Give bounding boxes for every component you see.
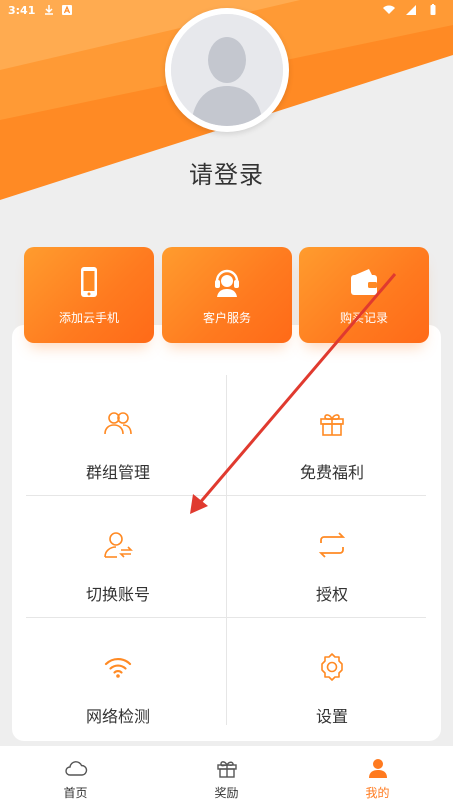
customer-service-button[interactable]: 客户服务 xyxy=(162,247,292,343)
wifi-icon xyxy=(104,657,132,678)
bottom-tab-bar: 首页 奖励 我的 xyxy=(0,745,453,805)
free-benefits-item[interactable]: 免费福利 xyxy=(232,383,432,503)
status-icons-right xyxy=(383,4,445,16)
network-check-item[interactable]: 网络检测 xyxy=(18,627,218,747)
menu-item-label: 群组管理 xyxy=(85,463,150,482)
a-icon xyxy=(62,5,73,15)
avatar[interactable] xyxy=(165,8,289,132)
tab-home[interactable]: 首页 xyxy=(0,746,151,805)
profile-page: 3:41 请登录 添加云手机 客户服务 购买记录 群组管理 免费福利 切换账号 … xyxy=(0,0,453,805)
menu-item-label: 授权 xyxy=(315,585,348,604)
switch-user-icon xyxy=(104,532,133,558)
wallet-icon xyxy=(351,269,377,295)
person-icon xyxy=(368,759,387,778)
tab-label: 首页 xyxy=(63,786,88,800)
battery-icon xyxy=(430,4,436,15)
wifi-icon xyxy=(383,5,395,14)
tab-mine[interactable]: 我的 xyxy=(302,746,453,805)
switch-account-item[interactable]: 切换账号 xyxy=(18,505,218,625)
tab-label: 我的 xyxy=(365,786,390,800)
phone-icon xyxy=(81,267,97,297)
headset-icon xyxy=(215,269,239,297)
authorization-item[interactable]: 授权 xyxy=(232,505,432,625)
download-icon xyxy=(45,5,54,15)
quick-action-label: 添加云手机 xyxy=(58,311,119,325)
gift-icon xyxy=(320,414,344,436)
quick-action-label: 客户服务 xyxy=(202,311,251,325)
swap-icon xyxy=(318,532,346,558)
signal-icon xyxy=(406,5,416,15)
login-prompt[interactable]: 请登录 xyxy=(0,155,453,190)
group-management-item[interactable]: 群组管理 xyxy=(18,383,218,503)
gear-icon xyxy=(321,653,343,681)
cloud-icon xyxy=(64,761,87,776)
menu-item-label: 设置 xyxy=(315,707,348,726)
purchase-history-button[interactable]: 购买记录 xyxy=(299,247,429,343)
add-cloud-phone-button[interactable]: 添加云手机 xyxy=(24,247,154,343)
menu-item-label: 切换账号 xyxy=(85,585,150,604)
status-time: 3:41 xyxy=(8,3,36,17)
gift-icon xyxy=(216,761,237,778)
menu-item-label: 网络检测 xyxy=(85,707,150,726)
tab-label: 奖励 xyxy=(214,786,239,800)
settings-item[interactable]: 设置 xyxy=(232,627,432,747)
quick-action-label: 购买记录 xyxy=(339,311,388,325)
default-avatar-icon xyxy=(171,14,283,126)
grid-divider-vertical xyxy=(226,375,227,725)
group-icon xyxy=(104,412,132,435)
menu-item-label: 免费福利 xyxy=(299,463,364,482)
tab-rewards[interactable]: 奖励 xyxy=(151,746,302,805)
